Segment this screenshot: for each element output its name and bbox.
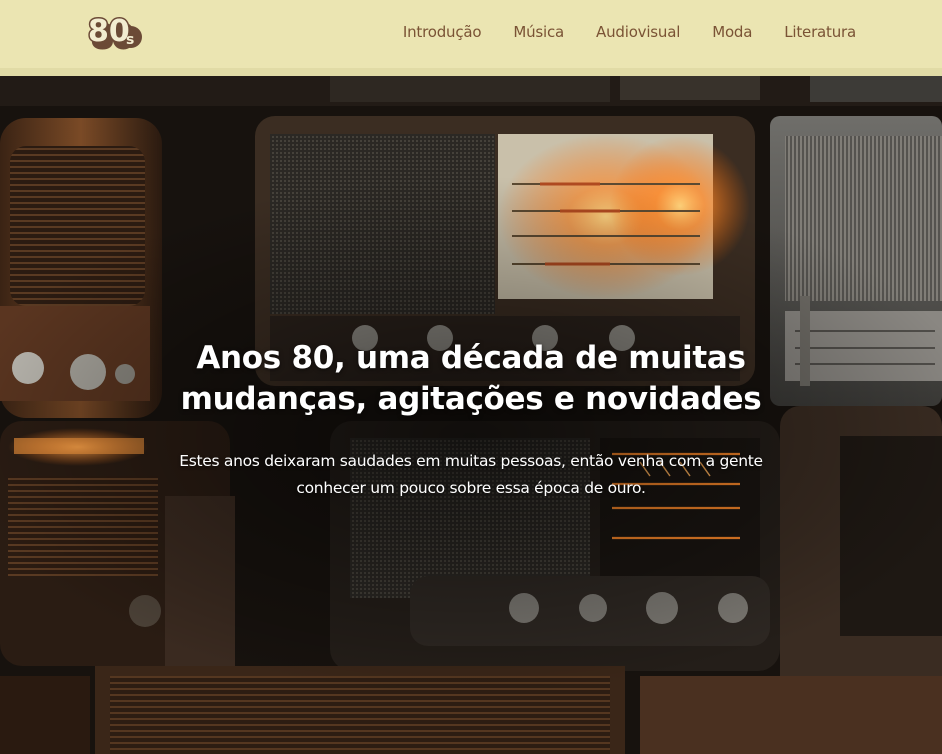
hero-title: Anos 80, uma década de muitas mudanças, … [180, 340, 762, 417]
logo-80s-icon: 80 80 s [87, 13, 142, 57]
logo-80s[interactable]: 80 80 s [87, 10, 143, 57]
page: 80 80 s Introdução Música Audiovisual Mo… [0, 0, 942, 754]
nav-link-moda[interactable]: Moda [712, 23, 752, 41]
hero-section: Anos 80, uma década de muitas mudanças, … [0, 76, 942, 754]
nav-link-audiovisual[interactable]: Audiovisual [596, 23, 680, 41]
site-header: 80 80 s Introdução Música Audiovisual Mo… [0, 0, 942, 76]
nav-link-literatura[interactable]: Literatura [784, 23, 856, 41]
logo-suffix: s [126, 32, 134, 48]
nav-link-introducao[interactable]: Introdução [403, 23, 482, 41]
hero-subtitle: Estes anos deixaram saudades em muitas p… [179, 452, 763, 497]
main-nav: Introdução Música Audiovisual Moda Liter… [403, 0, 856, 64]
hero-content: Anos 80, uma década de muitas mudanças, … [170, 338, 772, 502]
logo-text: 80 [88, 14, 130, 49]
nav-link-musica[interactable]: Música [513, 23, 564, 41]
